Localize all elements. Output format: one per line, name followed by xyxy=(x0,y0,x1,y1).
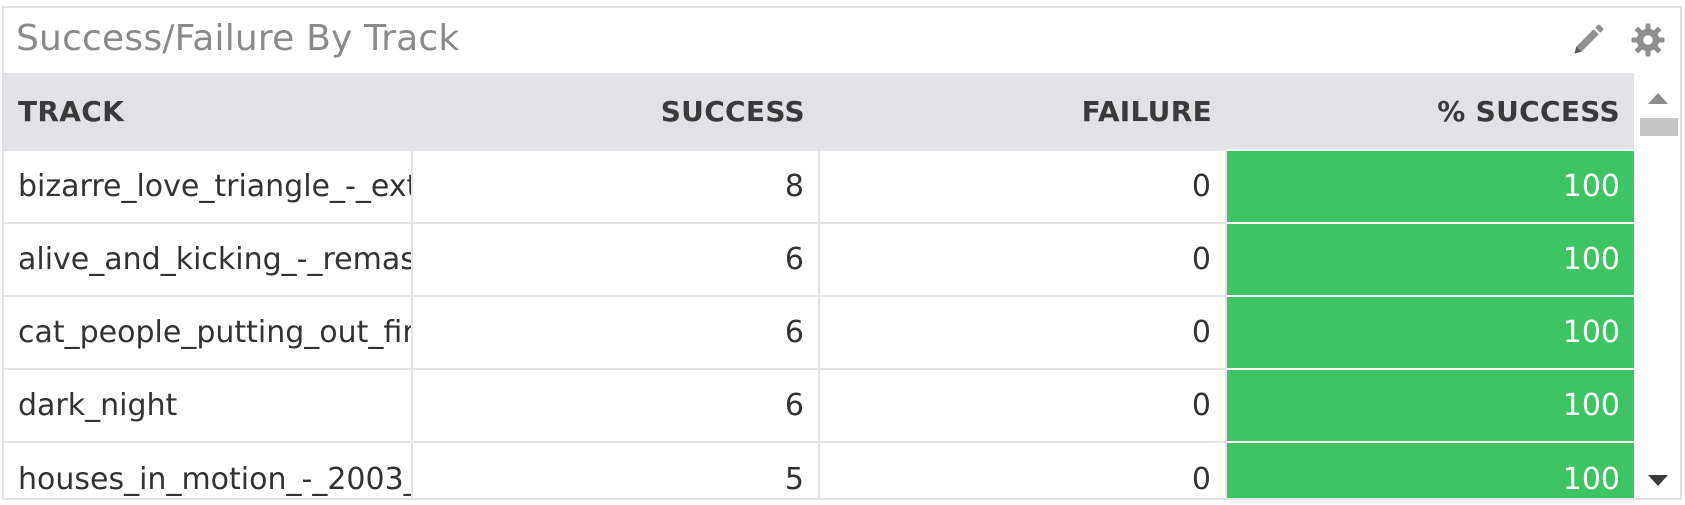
panel-title: Success/Failure By Track xyxy=(16,18,460,59)
cell-failure: 0 xyxy=(819,222,1227,296)
cell-success: 6 xyxy=(412,222,820,296)
cell-pct-success: 100 xyxy=(1226,295,1634,369)
table-row[interactable]: dark_night 6 0 100 xyxy=(4,368,1634,442)
table-row[interactable]: cat_people_putting_out_fire_ 6 0 100 xyxy=(4,295,1634,369)
pencil-icon[interactable] xyxy=(1570,22,1606,58)
cell-pct-success: 100 xyxy=(1226,441,1634,498)
cell-pct-success: 100 xyxy=(1226,368,1634,442)
cell-success: 8 xyxy=(412,149,820,223)
column-header-pct-success[interactable]: % SUCCESS xyxy=(1226,73,1634,150)
cell-track: houses_in_motion_-_2003_remaster xyxy=(4,441,413,498)
panel-header: Success/Failure By Track xyxy=(4,8,1680,70)
cell-track: bizarre_love_triangle_-_extended xyxy=(4,149,413,223)
cell-success: 6 xyxy=(412,295,820,369)
scroll-up-arrow-icon[interactable] xyxy=(1648,93,1668,104)
table-row[interactable]: bizarre_love_triangle_-_extended 8 0 100 xyxy=(4,149,1634,223)
cell-pct-success: 100 xyxy=(1226,149,1634,223)
cell-track: cat_people_putting_out_fire_ xyxy=(4,295,413,369)
cell-success: 6 xyxy=(412,368,820,442)
cell-pct-success: 100 xyxy=(1226,222,1634,296)
column-header-track[interactable]: TRACK xyxy=(4,73,412,150)
table-row[interactable]: alive_and_kicking_-_remastered 6 0 100 xyxy=(4,222,1634,296)
table-viewport: TRACK SUCCESS FAILURE % SUCCESS bizarre_… xyxy=(4,73,1634,498)
table-row[interactable]: houses_in_motion_-_2003_remaster 5 0 100 xyxy=(4,441,1634,498)
track-table: TRACK SUCCESS FAILURE % SUCCESS bizarre_… xyxy=(4,73,1634,498)
column-header-failure[interactable]: FAILURE xyxy=(819,73,1226,150)
cell-failure: 0 xyxy=(819,441,1227,498)
cell-failure: 0 xyxy=(819,295,1227,369)
cell-failure: 0 xyxy=(819,368,1227,442)
success-failure-panel: Success/Failure By Track TRACK SUCCESS F… xyxy=(2,6,1682,500)
scroll-down-arrow-icon[interactable] xyxy=(1648,475,1668,486)
cell-success: 5 xyxy=(412,441,820,498)
cell-track: dark_night xyxy=(4,368,413,442)
table-header-row: TRACK SUCCESS FAILURE % SUCCESS xyxy=(4,73,1634,150)
scroll-thumb[interactable] xyxy=(1640,118,1678,136)
gear-icon[interactable] xyxy=(1630,22,1666,58)
vertical-scrollbar[interactable] xyxy=(1636,73,1680,498)
column-header-success[interactable]: SUCCESS xyxy=(412,73,819,150)
cell-failure: 0 xyxy=(819,149,1227,223)
cell-track: alive_and_kicking_-_remastered xyxy=(4,222,413,296)
